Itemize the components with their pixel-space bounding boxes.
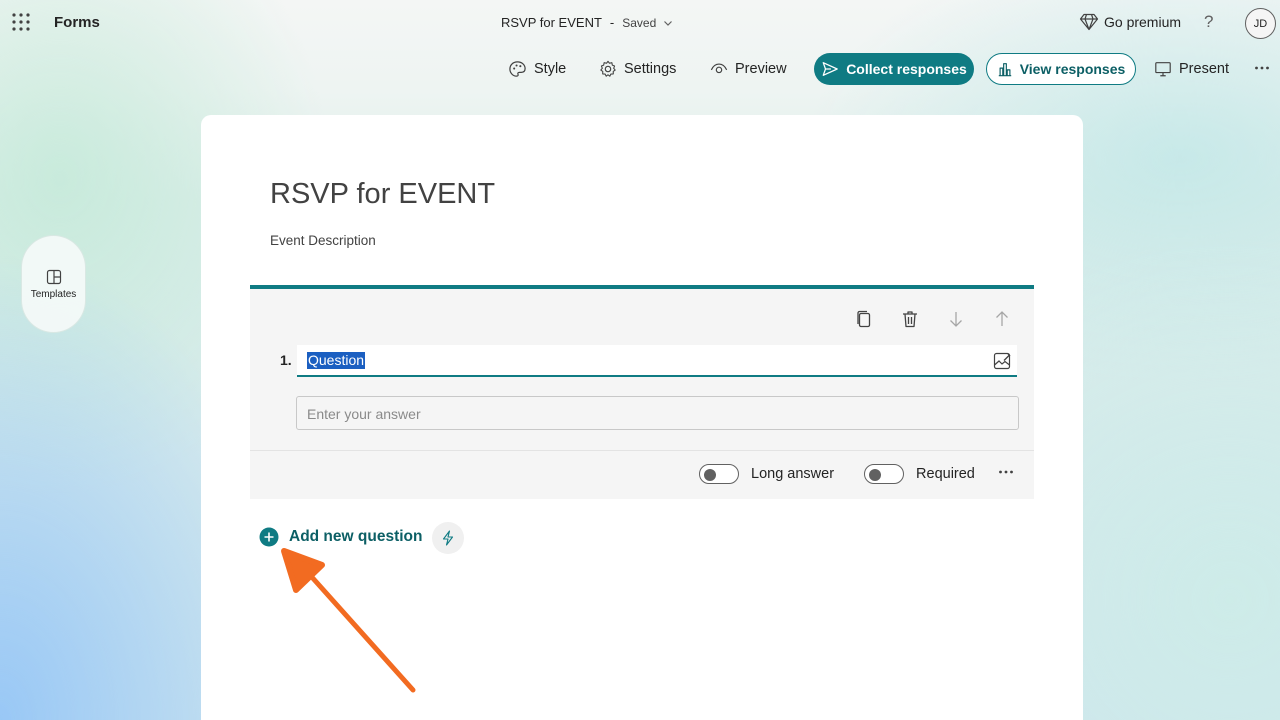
monitor-icon xyxy=(1154,60,1172,78)
ai-suggestions-button[interactable] xyxy=(432,522,464,554)
question-actions xyxy=(854,309,1012,329)
long-answer-label: Long answer xyxy=(751,466,835,482)
templates-button[interactable]: Templates xyxy=(21,235,86,333)
trash-icon[interactable] xyxy=(900,309,920,329)
copy-icon[interactable] xyxy=(854,309,874,329)
palette-icon xyxy=(508,60,527,79)
plus-circle-icon xyxy=(259,527,279,547)
eye-icon xyxy=(710,60,728,78)
top-bar: Forms RSVP for EVENT - Saved Go premium … xyxy=(0,0,1280,46)
more-options-icon[interactable] xyxy=(1254,60,1270,76)
save-status: Saved xyxy=(622,15,657,30)
question-text-selected: Question xyxy=(307,352,366,369)
settings-button[interactable]: Settings xyxy=(599,58,676,80)
bar-chart-icon xyxy=(997,61,1013,77)
form-description[interactable]: Event Description xyxy=(270,233,376,248)
style-label: Style xyxy=(534,61,567,77)
present-button[interactable]: Present xyxy=(1154,58,1229,80)
collect-responses-label: Collect responses xyxy=(846,61,967,77)
answer-placeholder: Enter your answer xyxy=(307,406,421,422)
lightning-icon xyxy=(440,530,456,546)
settings-label: Settings xyxy=(624,61,677,77)
form-card: RSVP for EVENT Event Description 1. Ques… xyxy=(201,115,1083,720)
style-button[interactable]: Style xyxy=(508,58,566,80)
gear-icon xyxy=(599,60,617,78)
question-block: 1. Question Enter your answer Long answe… xyxy=(250,285,1034,499)
question-more-icon[interactable] xyxy=(998,467,1014,477)
present-label: Present xyxy=(1179,61,1229,77)
required-toggle[interactable] xyxy=(864,464,905,484)
chevron-down-icon xyxy=(662,17,674,29)
templates-label: Templates xyxy=(30,288,77,300)
question-divider xyxy=(250,450,1034,451)
long-answer-toggle[interactable] xyxy=(699,464,739,484)
layout-grid-icon xyxy=(46,269,62,285)
diamond-icon xyxy=(1079,13,1099,31)
form-title[interactable]: RSVP for EVENT xyxy=(270,178,495,211)
collect-responses-button[interactable]: Collect responses xyxy=(814,53,974,85)
view-responses-button[interactable]: View responses xyxy=(986,53,1136,85)
help-button[interactable]: ? xyxy=(1204,12,1213,32)
arrow-up-icon[interactable] xyxy=(992,309,1012,329)
go-premium-label: Go premium xyxy=(1104,14,1182,30)
insert-media-icon[interactable] xyxy=(993,352,1011,370)
document-title-menu[interactable]: RSVP for EVENT - Saved xyxy=(501,15,674,30)
document-title-separator: - xyxy=(609,15,615,30)
send-icon xyxy=(821,60,839,78)
app-launcher-icon[interactable] xyxy=(12,13,30,31)
view-responses-label: View responses xyxy=(1019,61,1126,77)
required-label: Required xyxy=(916,466,975,482)
arrow-down-icon[interactable] xyxy=(946,309,966,329)
add-new-question-label: Add new question xyxy=(289,528,423,545)
question-number: 1. xyxy=(280,352,292,368)
document-title: RSVP for EVENT xyxy=(501,15,602,30)
question-text-input[interactable]: Question xyxy=(297,345,1017,377)
add-new-question-button[interactable]: Add new question xyxy=(259,527,422,547)
go-premium-button[interactable]: Go premium xyxy=(1079,13,1181,31)
preview-button[interactable]: Preview xyxy=(710,58,787,80)
answer-preview-field: Enter your answer xyxy=(296,396,1019,430)
app-name[interactable]: Forms xyxy=(54,14,100,31)
avatar[interactable]: JD xyxy=(1245,8,1276,39)
question-options: Long answer Required xyxy=(699,464,975,484)
preview-label: Preview xyxy=(735,61,787,77)
